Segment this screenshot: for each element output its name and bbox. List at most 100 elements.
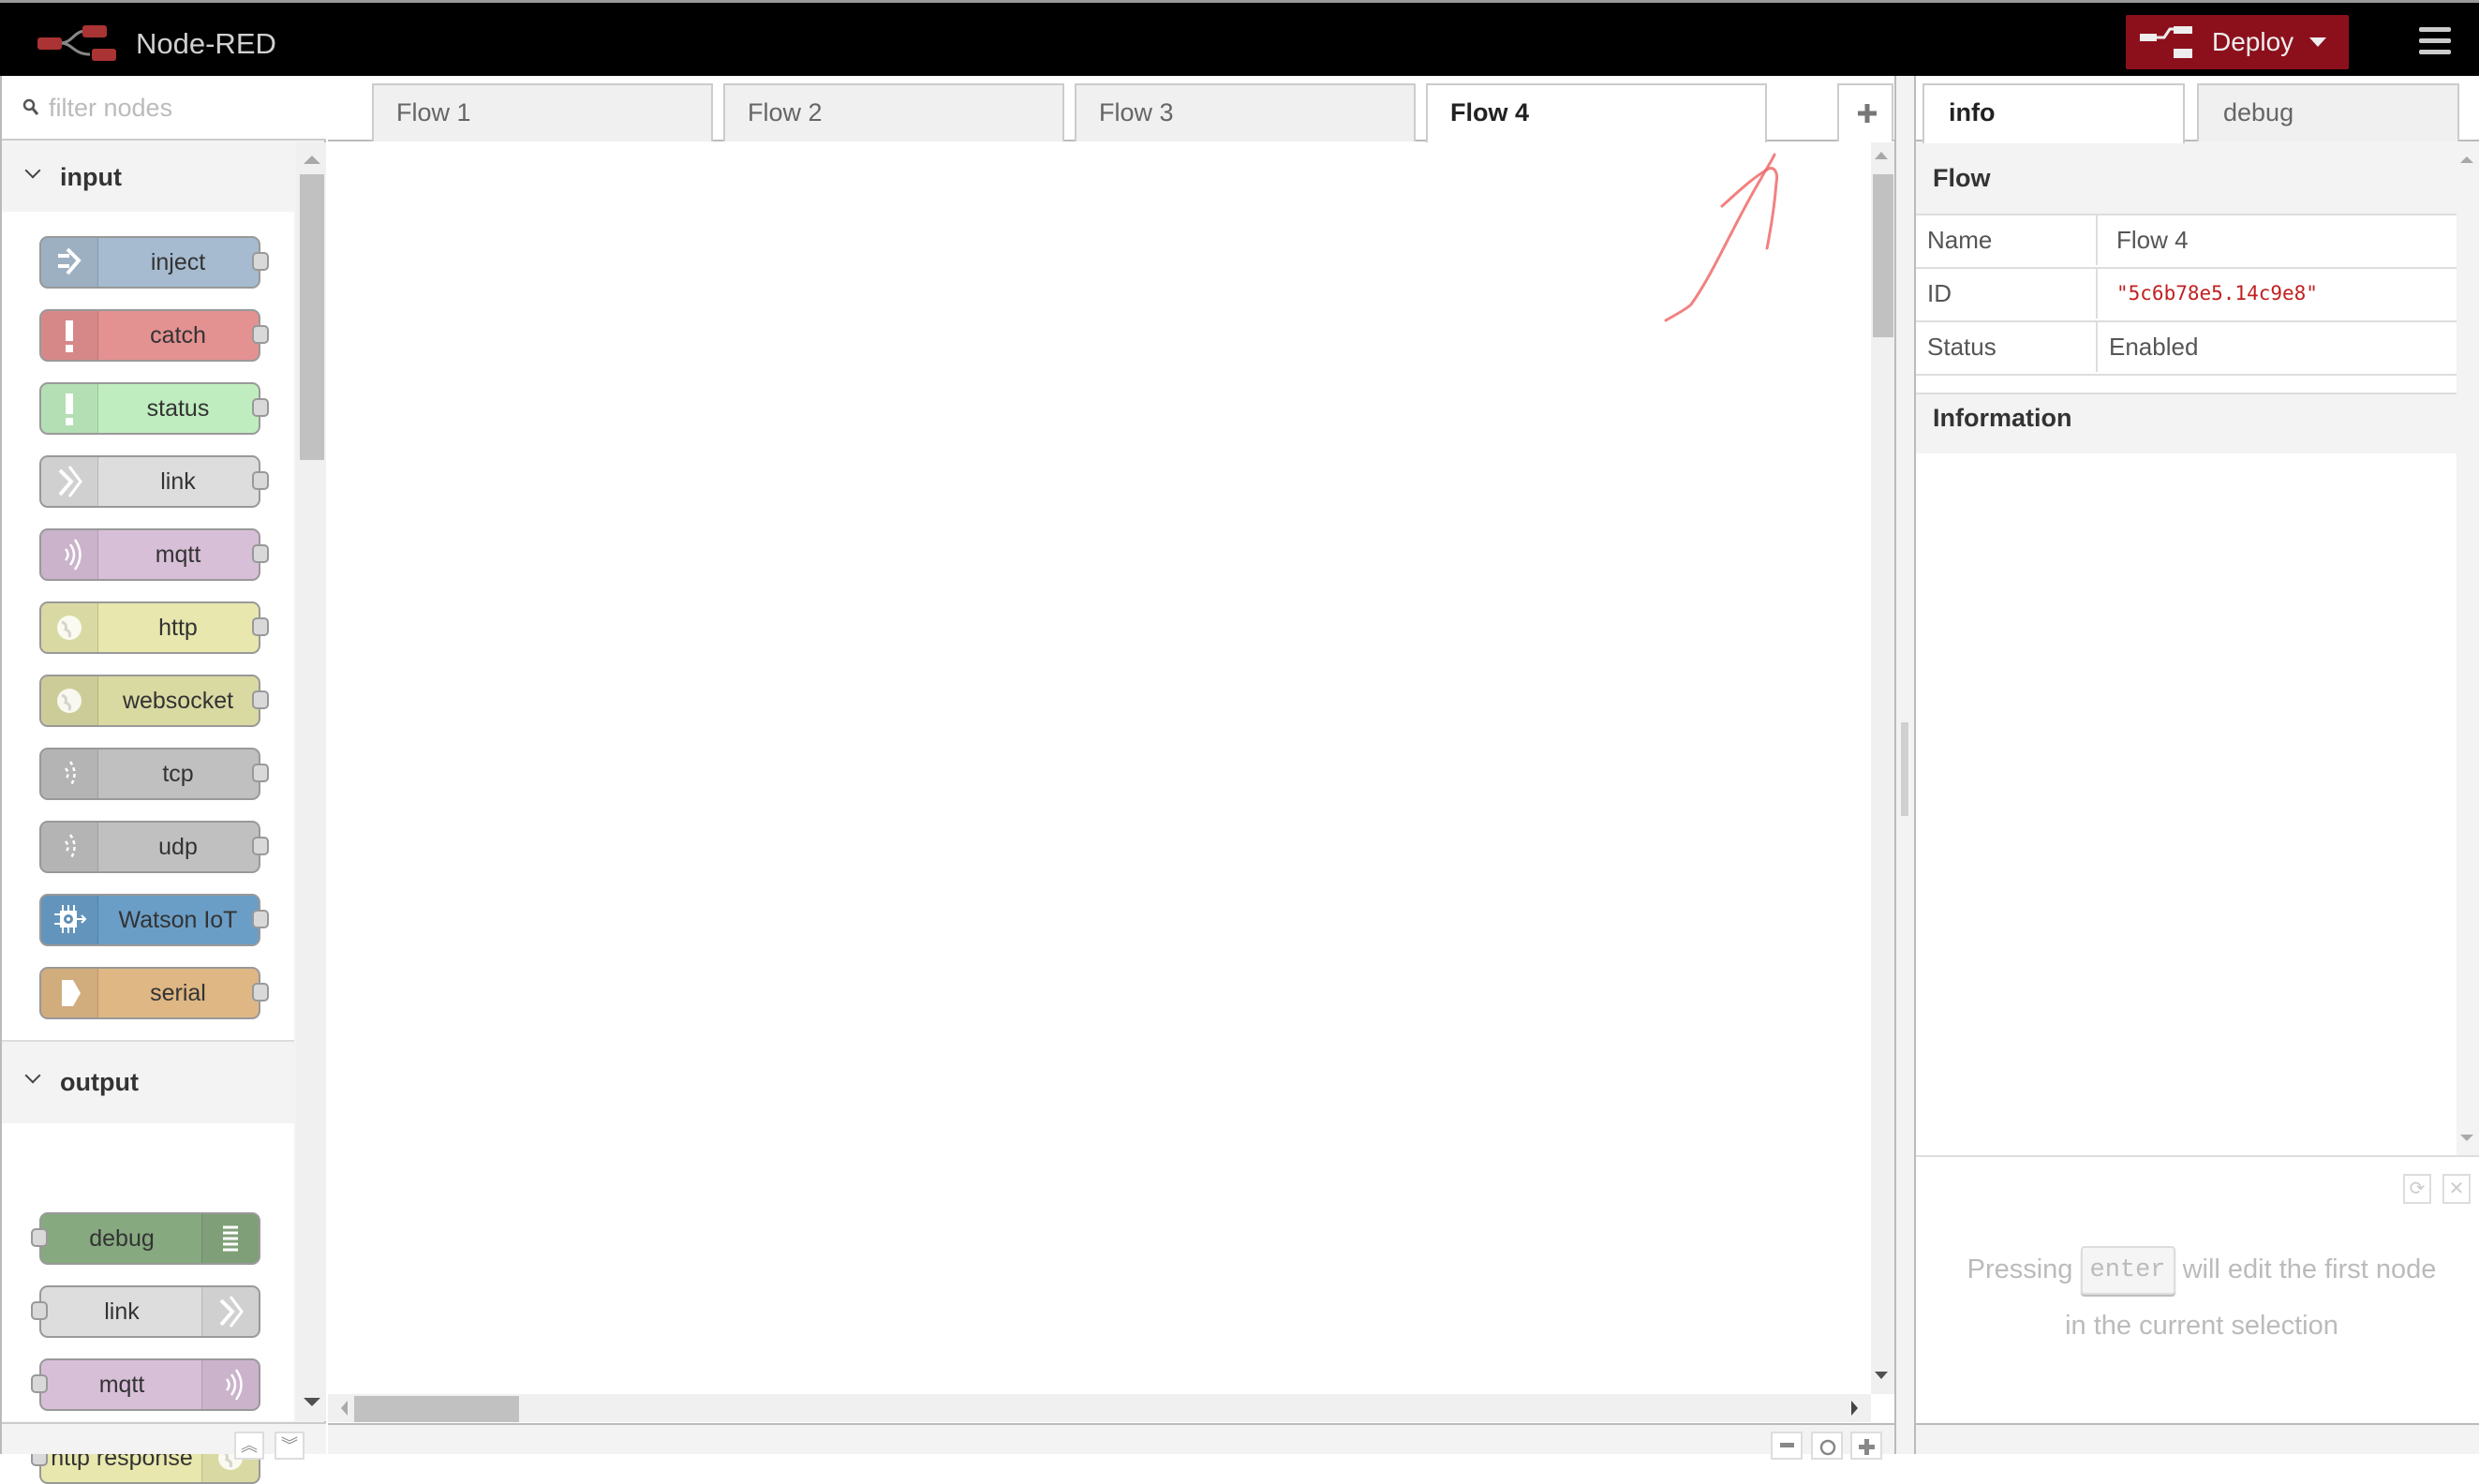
property-value: Enabled <box>2096 322 2198 372</box>
palette-category-input-header[interactable]: input <box>2 142 294 212</box>
plus-icon <box>1858 104 1877 123</box>
scroll-down-arrow-icon[interactable] <box>1875 1372 1888 1379</box>
output-port <box>252 910 269 928</box>
property-key: ID <box>1927 279 1952 307</box>
palette-footer: ︽ ︾ <box>2 1422 326 1460</box>
info-panel-scrollbar[interactable] <box>2457 143 2479 1155</box>
input-port <box>31 1374 48 1393</box>
palette-category-output-header[interactable]: output <box>2 1042 294 1123</box>
palette-node-websocket[interactable]: websocket <box>39 675 269 727</box>
palette-node-watson-iot[interactable]: Watson IoT <box>39 894 269 946</box>
sidebar-tab-debug[interactable]: debug <box>2197 83 2459 141</box>
node-label: serial <box>150 980 206 1006</box>
chevron-down-icon <box>24 1067 41 1084</box>
alert-icon <box>41 311 98 360</box>
sidebar-tab-info[interactable]: info <box>1922 83 2185 143</box>
sidebar: info debug Flow Name Flow 4 ID "5c6b78e5… <box>1916 76 2479 1454</box>
bridge-dash-icon <box>41 823 98 871</box>
splitter-handle[interactable] <box>1901 722 1908 816</box>
double-chevron-up-icon: ︽ <box>241 1436 258 1455</box>
globe-icon <box>41 603 98 652</box>
output-port <box>252 837 269 855</box>
scroll-up-arrow-icon[interactable] <box>1875 152 1888 159</box>
palette-node-status[interactable]: status <box>39 382 269 435</box>
filter-nodes-input[interactable] <box>47 89 319 126</box>
node-label: mqtt <box>155 542 201 568</box>
canvas-vertical-scrollbar[interactable] <box>1871 142 1894 1394</box>
palette-filter <box>2 76 326 141</box>
close-tips-button[interactable]: ✕ <box>2442 1174 2471 1204</box>
tab-label: Flow 3 <box>1099 98 1174 126</box>
scroll-left-arrow-icon[interactable] <box>341 1401 348 1416</box>
palette-node-http[interactable]: http <box>39 601 269 654</box>
palette-node-catch[interactable]: catch <box>39 309 269 362</box>
add-flow-tab-button[interactable] <box>1837 83 1893 141</box>
tab-flow-3[interactable]: Flow 3 <box>1075 83 1416 141</box>
plus-icon <box>1859 1439 1875 1455</box>
canvas-horizontal-scroll-thumb[interactable] <box>354 1396 519 1422</box>
main-menu-hamburger-icon[interactable] <box>2419 27 2451 55</box>
iot-chip-icon <box>41 896 98 944</box>
zoom-reset-button[interactable] <box>1811 1432 1843 1460</box>
tab-flow-1[interactable]: Flow 1 <box>372 83 713 141</box>
palette-node-tcp[interactable]: tcp <box>39 748 269 800</box>
minus-icon <box>1780 1443 1794 1447</box>
node-label: Watson IoT <box>118 907 238 933</box>
output-port <box>252 252 269 271</box>
deploy-button[interactable]: Deploy <box>2126 15 2349 69</box>
tab-flow-2[interactable]: Flow 2 <box>723 83 1064 141</box>
scroll-down-arrow-icon[interactable] <box>304 1398 320 1406</box>
zoom-in-button[interactable] <box>1850 1432 1882 1460</box>
palette-node-inject[interactable]: inject <box>39 236 269 289</box>
deploy-icon <box>2140 26 2192 58</box>
scroll-right-arrow-icon[interactable] <box>1851 1401 1858 1416</box>
next-tip-button[interactable]: ⟳ <box>2403 1174 2431 1204</box>
node-palette: input inject catch status link mqtt http webso… <box>0 76 326 1484</box>
scroll-up-arrow-icon[interactable] <box>2460 156 2473 163</box>
canvas-horizontal-scrollbar[interactable] <box>328 1394 1871 1422</box>
node-label: http <box>158 615 198 641</box>
palette-node-udp[interactable]: udp <box>39 821 269 873</box>
sidebar-footer <box>1916 1423 2479 1454</box>
sidebar-splitter[interactable] <box>1894 76 1916 1454</box>
keyboard-key-enter: enter <box>2080 1246 2175 1296</box>
alert-icon <box>41 384 98 433</box>
zoom-out-button[interactable] <box>1771 1432 1803 1460</box>
property-row-name: Name Flow 4 <box>1916 215 2457 269</box>
header-bar: Node-RED Deploy <box>0 0 2479 76</box>
information-section-header: Information <box>1933 404 2072 432</box>
tab-label: Flow 2 <box>748 98 823 126</box>
property-value[interactable]: "5c6b78e5.14c9e8" <box>2096 269 2318 319</box>
scroll-down-arrow-icon[interactable] <box>2460 1135 2473 1141</box>
collapse-all-button[interactable]: ︽ <box>234 1432 264 1460</box>
palette-node-serial[interactable]: serial <box>39 967 269 1019</box>
scroll-up-arrow-icon[interactable] <box>304 156 320 164</box>
palette-node-link[interactable]: link <box>31 1285 260 1338</box>
output-port <box>252 398 269 417</box>
palette-node-mqtt[interactable]: mqtt <box>39 528 269 581</box>
close-icon: ✕ <box>2448 1179 2465 1199</box>
tip-text: Pressing enter will edit the first node … <box>1953 1241 2450 1354</box>
node-label: link <box>160 468 196 495</box>
globe-icon <box>41 676 98 725</box>
bridge-dash-icon <box>41 749 98 798</box>
flow-canvas[interactable] <box>328 142 1871 1394</box>
palette-category-output: debug link mqtt http response <box>2 1123 294 1484</box>
canvas-vertical-scroll-thumb[interactable] <box>1873 174 1893 337</box>
output-port <box>252 471 269 490</box>
expand-all-button[interactable]: ︾ <box>275 1432 304 1460</box>
tab-label: debug <box>2223 98 2294 126</box>
palette-node-mqtt[interactable]: mqtt <box>31 1358 260 1411</box>
node-label: tcp <box>162 761 194 787</box>
deploy-menu-caret-icon[interactable] <box>2309 37 2326 47</box>
node-label: websocket <box>122 688 234 714</box>
info-panel: Flow Name Flow 4 ID "5c6b78e5.14c9e8" St… <box>1916 143 2457 1155</box>
output-port <box>252 617 269 636</box>
node-label: debug <box>89 1225 155 1252</box>
palette-scroll-thumb[interactable] <box>300 174 324 460</box>
palette-scrollbar[interactable] <box>296 142 326 1421</box>
palette-node-link[interactable]: link <box>39 455 269 508</box>
tab-flow-4[interactable]: Flow 4 <box>1426 83 1767 143</box>
circle-reset-icon <box>1819 1439 1836 1456</box>
palette-node-debug[interactable]: debug <box>31 1212 260 1265</box>
